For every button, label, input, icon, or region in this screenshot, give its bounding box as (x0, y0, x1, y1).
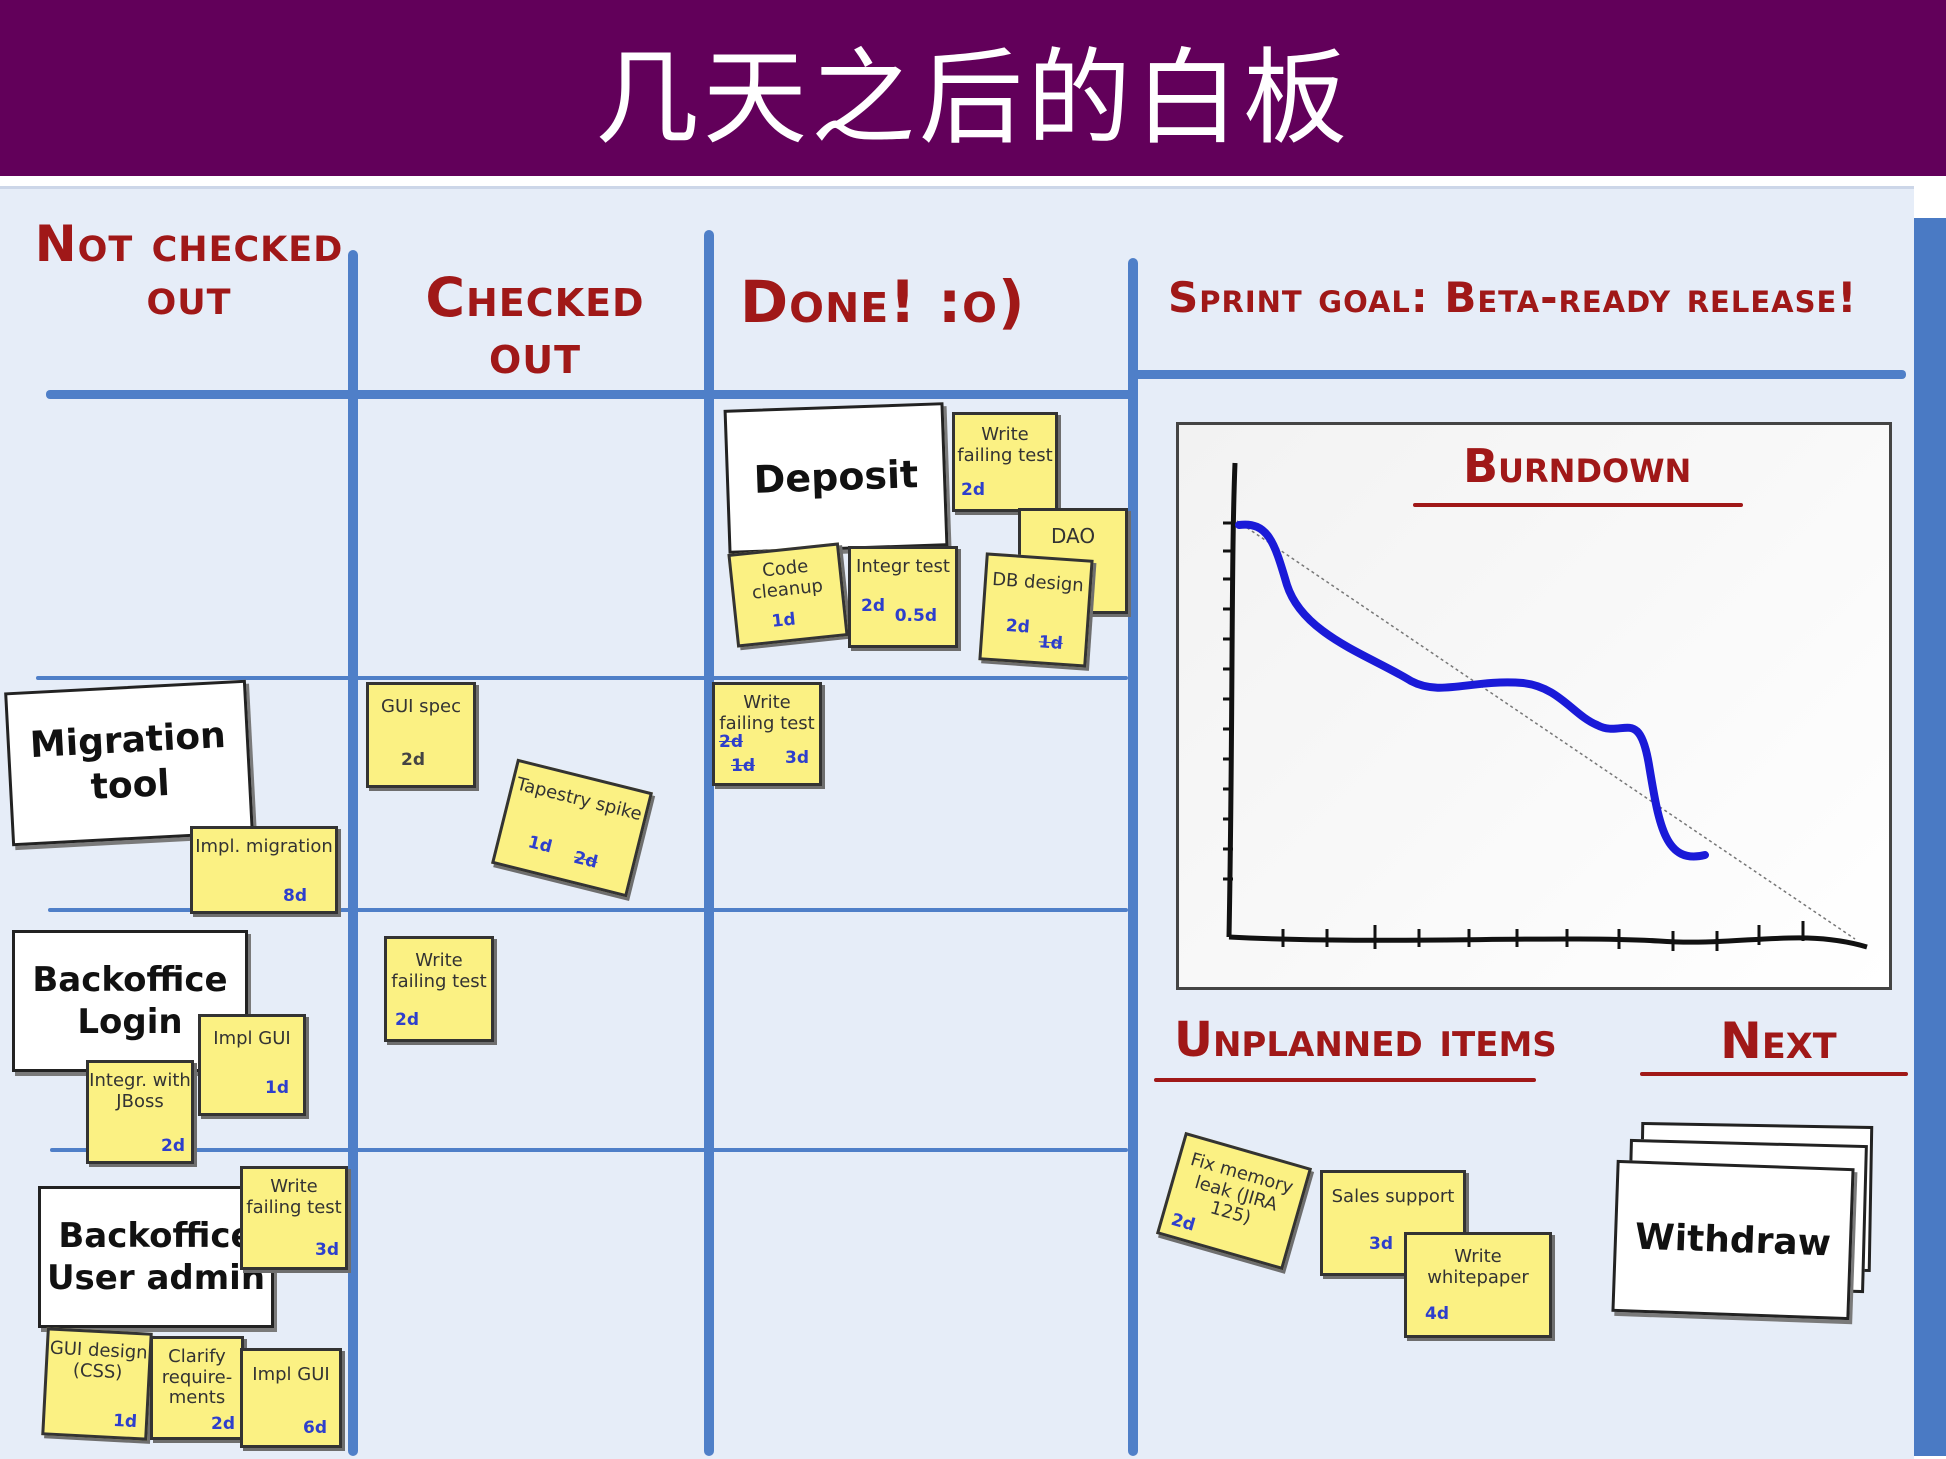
note-estimate: 2d (211, 1414, 235, 1435)
story-label: Backoffice User admin (46, 1215, 266, 1299)
note-text: Clarify require-ments (161, 1346, 233, 1409)
story-card-withdraw[interactable]: Withdraw (1611, 1159, 1855, 1321)
note-text: Write whitepaper (1427, 1246, 1529, 1288)
note-estimate: 2d (395, 1010, 419, 1031)
column-header-done: Done! :o) (740, 268, 1026, 336)
note-estimate: 2d (1168, 1210, 1198, 1237)
note-text: DAO (1050, 524, 1096, 548)
y-axis (1226, 462, 1238, 938)
note-estimate: 3d (1369, 1234, 1393, 1255)
story-label: Withdraw (1634, 1216, 1832, 1264)
story-card-backoffice-user-admin[interactable]: Backoffice User admin (38, 1186, 274, 1328)
note-estimate-revised: 1d (731, 756, 755, 777)
unplanned-underline (1154, 1078, 1536, 1082)
task-note-integr-with-jboss[interactable]: Integr. with JBoss 2d (86, 1060, 194, 1164)
note-text: Code cleanup (750, 555, 824, 604)
story-label: Migration tool (28, 714, 227, 809)
task-note-write-failing-test[interactable]: Write failing test 2d (384, 936, 494, 1042)
story-label: Deposit (753, 452, 919, 503)
column-divider-2 (704, 230, 714, 1456)
next-underline (1640, 1072, 1908, 1076)
header-underline-right (1134, 370, 1906, 379)
header-underline-left (46, 390, 1136, 399)
note-estimate-revised: 0.5d (894, 606, 937, 627)
task-note-impl-gui[interactable]: Impl GUI 6d (240, 1348, 342, 1448)
note-estimate: 6d (303, 1418, 327, 1439)
task-note-gui-design-css[interactable]: GUI design (CSS) 1d (41, 1327, 153, 1441)
story-card-migration-tool[interactable]: Migration tool (4, 679, 254, 847)
note-estimate: 2d (961, 480, 985, 501)
task-note-gui-spec[interactable]: GUI spec 2d (366, 682, 476, 788)
unplanned-items-heading: Unplanned items (1174, 1012, 1557, 1068)
note-text: Impl GUI (213, 1028, 291, 1049)
note-estimate-revised: 2d (571, 848, 600, 874)
note-estimate: 2d (401, 750, 425, 771)
next-heading: Next (1720, 1012, 1837, 1070)
column-header-checked-out: Checked out (425, 266, 645, 386)
row-divider-3 (50, 1148, 1128, 1152)
x-axis (1228, 934, 1868, 950)
task-note-impl-migration[interactable]: Impl. migration 8d (190, 826, 338, 914)
burndown-title: Burndown (1463, 439, 1692, 493)
task-note-write-failing-test[interactable]: Write failing test 2d (952, 412, 1058, 512)
note-estimate: 1d (770, 609, 797, 633)
note-text: Write failing test (246, 1176, 342, 1218)
task-note-impl-gui[interactable]: Impl GUI 1d (198, 1014, 306, 1116)
task-note-clarify-requirements[interactable]: Clarify require-ments 2d (150, 1336, 244, 1440)
column-header-not-checked-out: Not checked out (34, 215, 344, 326)
note-text: GUI design (CSS) (49, 1337, 149, 1383)
unplanned-note-write-whitepaper[interactable]: Write whitepaper 4d (1404, 1232, 1552, 1338)
note-estimate-final: 3d (785, 748, 809, 769)
task-note-db-design[interactable]: DB design 2d 1d (978, 552, 1094, 668)
note-estimate: 1d (525, 832, 554, 858)
note-estimate: 2d (719, 732, 743, 753)
ideal-burndown-line (1236, 520, 1856, 940)
note-estimate: 2d (1005, 616, 1031, 639)
note-estimate: 2d (861, 596, 885, 617)
note-text: Write failing test (391, 950, 487, 992)
burndown-title-underline (1413, 503, 1743, 507)
note-text: Sales support (1331, 1186, 1455, 1207)
sprint-goal: Sprint goal: Beta-ready release! (1168, 273, 1858, 322)
task-note-integr-test[interactable]: Integr test 2d 0.5d (848, 546, 958, 648)
task-note-code-cleanup[interactable]: Code cleanup 1d (727, 542, 849, 648)
note-estimate: 1d (112, 1411, 138, 1433)
burndown-chart: Burndown (1176, 422, 1892, 990)
note-estimate-revised: 1d (1038, 632, 1064, 655)
note-text: Integr. with JBoss (89, 1070, 191, 1112)
note-text: Write failing test (719, 692, 815, 734)
note-text: Impl GUI (252, 1364, 330, 1385)
note-text: Integr test (856, 556, 950, 577)
note-estimate: 3d (315, 1240, 339, 1261)
task-note-write-failing-test[interactable]: Write failing test 3d (240, 1166, 348, 1270)
note-text: Fix memory leak (JIRA 125) (1188, 1148, 1296, 1230)
row-divider-1 (36, 676, 1128, 680)
column-divider-3 (1128, 258, 1138, 1456)
note-text: Impl. migration (195, 836, 333, 857)
note-estimate: 2d (161, 1136, 185, 1157)
note-text: DB design (991, 568, 1085, 597)
actual-burndown-line (1235, 520, 1709, 861)
board-edge (1914, 218, 1946, 1456)
story-card-deposit[interactable]: Deposit (723, 402, 949, 554)
note-estimate: 1d (265, 1078, 289, 1099)
task-note-write-failing-test[interactable]: Write failing test 2d 1d 3d (712, 682, 822, 786)
note-text: GUI spec (381, 696, 461, 717)
note-estimate: 8d (283, 886, 307, 907)
burndown-svg (1223, 462, 1868, 951)
note-estimate: 4d (1425, 1304, 1449, 1325)
x-axis-ticks (1281, 921, 1805, 951)
title-banner: 几天之后的白板 (0, 0, 1946, 176)
column-divider-1 (348, 250, 358, 1456)
note-text: Write failing test (957, 424, 1053, 466)
page-title: 几天之后的白板 (594, 36, 1351, 159)
